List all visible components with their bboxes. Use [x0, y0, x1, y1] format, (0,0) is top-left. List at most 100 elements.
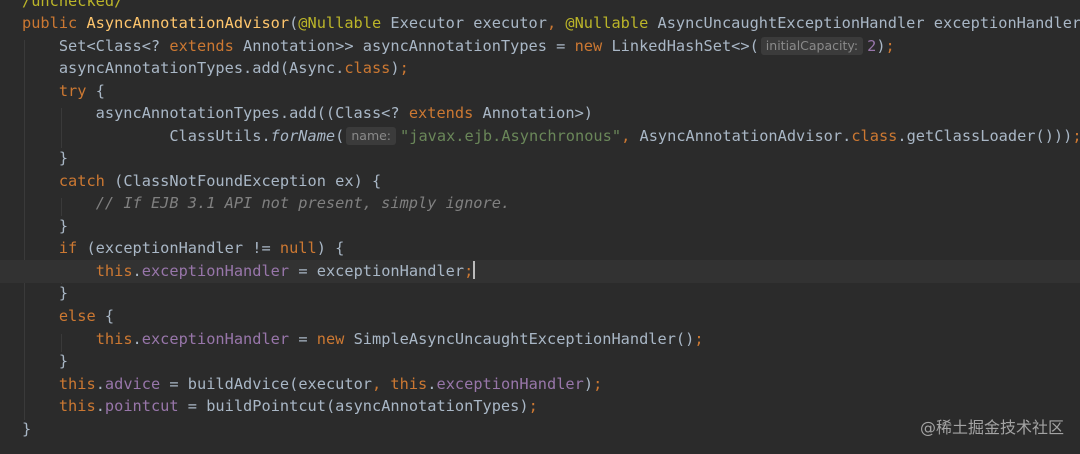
code-line[interactable]: }: [0, 147, 1080, 170]
keyword-token: else: [58, 307, 96, 325]
code-editor[interactable]: /unchecked/ public AsyncAnnotationAdviso…: [0, 0, 1080, 454]
keyword-token: extends: [408, 104, 474, 122]
code-token: asyncAnnotationTypes.add((Class<?: [22, 104, 409, 122]
keyword-token: this: [390, 375, 428, 393]
code-line[interactable]: try {: [0, 80, 1080, 103]
keyword-token: new: [316, 330, 345, 348]
code-token: }: [22, 420, 32, 438]
punctuation-token: ,: [372, 375, 391, 393]
code-token: Set<Class<?: [22, 37, 170, 55]
code-token: = exceptionHandler: [289, 262, 465, 280]
keyword-token: catch: [58, 172, 105, 190]
code-token: (exceptionHandler !=: [77, 239, 280, 257]
code-line[interactable]: /unchecked/: [0, 0, 1080, 13]
code-token: .: [132, 262, 142, 280]
method-call-token: forName: [270, 127, 336, 145]
code-line[interactable]: this.advice = buildAdvice(executor, this…: [0, 373, 1080, 396]
code-token: {: [95, 307, 115, 325]
punctuation-token: ;: [528, 397, 538, 415]
keyword-token: try: [58, 82, 87, 100]
keyword-token: this: [95, 262, 133, 280]
code-token: .: [95, 397, 105, 415]
code-line[interactable]: if (exceptionHandler != null) {: [0, 237, 1080, 260]
code-token: }: [22, 217, 69, 235]
code-token: Executor executor: [381, 14, 547, 32]
code-token: (: [289, 14, 299, 32]
code-token: ): [583, 375, 594, 393]
code-token: = buildPointcut(asyncAnnotationTypes): [178, 397, 529, 415]
code-line[interactable]: catch (ClassNotFoundException ex) {: [0, 170, 1080, 193]
field-token: pointcut: [104, 397, 179, 415]
number-token: 2: [867, 37, 877, 55]
code-token: .: [132, 330, 142, 348]
constructor-name-token: AsyncAnnotationAdvisor: [86, 14, 290, 32]
punctuation-token: ,: [546, 14, 566, 32]
code-token: asyncAnnotationTypes.add(Async.: [22, 59, 345, 77]
code-line[interactable]: }: [0, 215, 1080, 238]
punctuation-token: ;: [1072, 127, 1080, 145]
keyword-token: if: [58, 239, 78, 257]
code-token: SimpleAsyncUncaughtExceptionHandler(): [344, 330, 695, 348]
code-line[interactable]: }: [0, 418, 1080, 441]
code-token: Annotation>): [473, 104, 594, 122]
annotation-token: @Nullable: [298, 14, 382, 32]
code-token: }: [22, 149, 69, 167]
watermark: @稀土掘金技术社区: [919, 418, 1064, 437]
parameter-hint: name:: [346, 127, 397, 145]
field-token: exceptionHandler: [141, 330, 290, 348]
code-line[interactable]: asyncAnnotationTypes.add((Class<? extend…: [0, 102, 1080, 125]
annotation-token: /unchecked/: [22, 0, 124, 10]
field-token: advice: [104, 375, 161, 393]
code-line[interactable]: this.exceptionHandler = new SimpleAsyncU…: [0, 328, 1080, 351]
keyword-token: this: [95, 330, 133, 348]
punctuation-token: ;: [593, 375, 603, 393]
punctuation-token: ;: [399, 59, 409, 77]
punctuation-token: ;: [464, 262, 474, 280]
code-token: Annotation>> asyncAnnotationTypes =: [233, 37, 575, 55]
code-line[interactable]: }: [0, 350, 1080, 373]
punctuation-token: ;: [885, 37, 895, 55]
code-token: ): [390, 59, 400, 77]
code-line[interactable]: this.pointcut = buildPointcut(asyncAnnot…: [0, 395, 1080, 418]
field-token: exceptionHandler: [141, 262, 290, 280]
parameter-hint: initialCapacity:: [760, 37, 864, 55]
comment-token: // If EJB 3.1 API not present, simply ig…: [95, 194, 511, 212]
annotation-token: @Nullable: [565, 14, 649, 32]
code-line[interactable]: // If EJB 3.1 API not present, simply ig…: [0, 192, 1080, 215]
current-code-line[interactable]: this.exceptionHandler = exceptionHandler…: [0, 260, 1080, 283]
code-token: ) {: [316, 239, 345, 257]
code-token: (: [335, 127, 345, 145]
punctuation-token: ,: [621, 127, 640, 145]
code-line[interactable]: asyncAnnotationTypes.add(Async.class);: [0, 57, 1080, 80]
keyword-token: this: [58, 375, 96, 393]
code-token: }: [22, 284, 69, 302]
keyword-token: new: [574, 37, 603, 55]
keyword-token: this: [58, 397, 96, 415]
code-line[interactable]: else {: [0, 305, 1080, 328]
keyword-token: extends: [169, 37, 234, 55]
code-line[interactable]: ClassUtils.forName(name: "javax.ejb.Async…: [0, 125, 1080, 148]
code-line[interactable]: public AsyncAnnotationAdvisor(@Nullable …: [0, 12, 1080, 35]
keyword-token: public: [22, 14, 87, 32]
code-line[interactable]: }: [0, 282, 1080, 305]
code-token: (ClassNotFoundException ex) {: [104, 172, 382, 190]
text-caret: [473, 261, 476, 279]
keyword-token: null: [279, 239, 317, 257]
code-line[interactable]: Set<Class<? extends Annotation>> asyncAn…: [0, 35, 1080, 58]
code-token: .getClassLoader())): [897, 127, 1073, 145]
code-token: ): [876, 37, 886, 55]
keyword-token: class: [851, 127, 898, 145]
code-token: .: [95, 375, 105, 393]
code-token: }: [22, 352, 69, 370]
string-literal-token: "javax.ejb.Asynchronous": [400, 127, 622, 145]
code-token: {: [86, 82, 105, 100]
keyword-token: class: [344, 59, 391, 77]
code-token: = buildAdvice(executor: [160, 375, 372, 393]
